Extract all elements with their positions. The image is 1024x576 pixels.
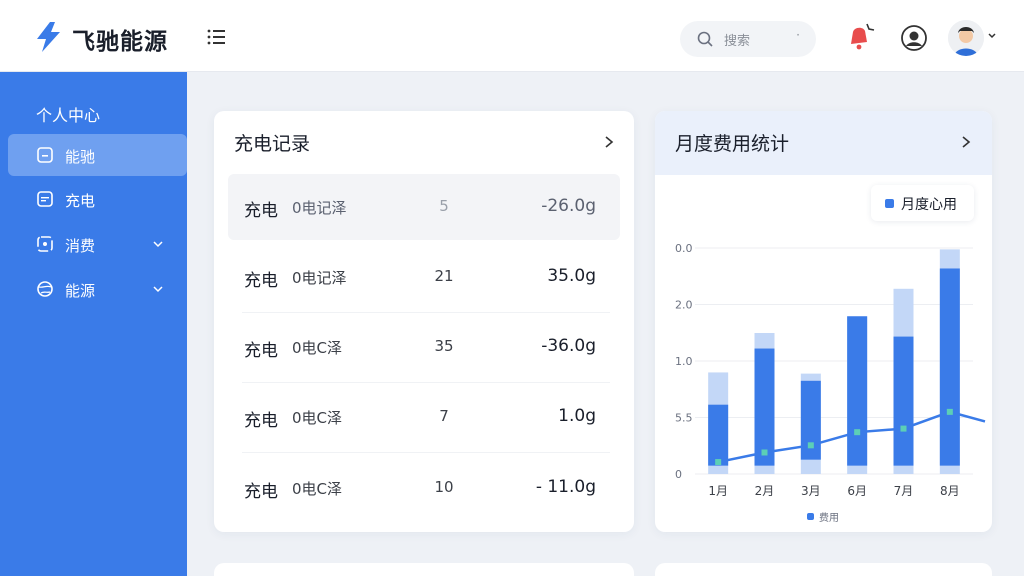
bar (754, 348, 775, 466)
monthly-cost-card: 月度费用统计 月度心用 0 5.5 1.0 2.0 0.0 1月 2月 3月 6月 7月 8月 费用 (655, 111, 992, 532)
record-desc: 0电记泽 (292, 199, 347, 217)
wallet-icon (37, 147, 53, 163)
sidebar-item-consumption[interactable]: 消费 (8, 223, 187, 265)
x-tick-label: 7月 (894, 484, 914, 498)
record-number: 5 (439, 197, 449, 215)
y-tick-label: 1.0 (675, 355, 693, 368)
notification-bell-icon[interactable] (842, 20, 876, 54)
sidebar-item-label: 消费 (65, 237, 96, 255)
record-desc: 0电C泽 (292, 409, 343, 427)
list-item[interactable]: 充电 0电C泽 7 1.0g (228, 384, 620, 450)
user-avatar[interactable] (948, 20, 984, 56)
receipt-icon (37, 236, 53, 252)
bottom-card-left (214, 563, 634, 576)
record-type: 充电 (244, 341, 278, 361)
legend-label: 月度心用 (901, 197, 957, 213)
bottom-card-right (655, 563, 992, 576)
top-header: 飞驰能源 搜索 · (0, 0, 1024, 72)
chart-legend: 月度心用 (871, 185, 974, 221)
chevron-down-icon[interactable] (152, 283, 164, 295)
y-tick-label: 0 (675, 468, 682, 481)
x-tick-label: 8月 (940, 484, 960, 498)
search-icon (697, 31, 713, 47)
sidebar: 个人中心 能驰 充电 消费 能源 (0, 72, 187, 576)
document-icon (37, 191, 53, 207)
brand-name: 飞驰能源 (72, 29, 168, 55)
sidebar-item-label: 能驰 (65, 148, 96, 166)
record-number: 35 (434, 337, 454, 355)
sidebar-item-label: 充电 (65, 192, 96, 210)
record-type: 充电 (244, 482, 278, 502)
legend-swatch (885, 199, 894, 208)
legend-swatch (807, 513, 814, 520)
trend-point (946, 408, 953, 415)
record-amount: 1.0g (558, 406, 596, 426)
logo-icon (37, 22, 60, 52)
divider (242, 452, 610, 453)
divider (242, 312, 610, 313)
bar (847, 316, 868, 466)
x-tick-label: 3月 (801, 484, 821, 498)
chevron-right-icon[interactable] (602, 135, 616, 149)
record-amount: 35.0g (547, 266, 596, 286)
record-number: 10 (434, 478, 454, 496)
x-tick-label: 2月 (755, 484, 775, 498)
record-type: 充电 (244, 411, 278, 431)
card-title: 充电记录 (234, 133, 311, 155)
menu-icon[interactable] (206, 28, 226, 46)
record-desc: 0电记泽 (292, 269, 347, 287)
trend-point (807, 442, 814, 449)
sidebar-item-wallet[interactable]: 能驰 (8, 134, 187, 176)
chevron-right-icon[interactable] (959, 135, 973, 149)
trend-point (854, 429, 861, 436)
chevron-down-icon[interactable] (987, 31, 997, 41)
sidebar-title: 个人中心 (36, 106, 101, 125)
record-type: 充电 (244, 271, 278, 291)
legend-label: 费用 (819, 513, 839, 524)
sidebar-item-charging[interactable]: 充电 (8, 178, 187, 220)
globe-icon (37, 281, 53, 297)
sidebar-item-energy[interactable]: 能源 (8, 268, 187, 310)
bar (893, 336, 914, 466)
record-desc: 0电C泽 (292, 339, 343, 357)
list-item[interactable]: 充电 0电C泽 10 - 11.0g (228, 455, 620, 521)
bar (708, 404, 729, 466)
divider (242, 382, 610, 383)
trend-point (761, 449, 768, 456)
list-item[interactable]: 充电 0电记泽 5 -26.0g (228, 174, 620, 240)
record-number: 21 (434, 267, 454, 285)
search-placeholder: 搜索 (724, 34, 751, 49)
chevron-down-icon[interactable] (152, 238, 164, 250)
trend-point (715, 459, 722, 466)
record-desc: 0电C泽 (292, 480, 343, 498)
y-tick-label: 0.0 (675, 242, 693, 255)
charging-records-card: 充电记录 充电 0电记泽 5 -26.0g 充电 0电记泽 21 35.0g 充… (214, 111, 634, 532)
card-title: 月度费用统计 (675, 133, 790, 155)
support-icon[interactable] (900, 24, 928, 52)
search-input[interactable]: 搜索 · (680, 21, 816, 57)
trend-point (900, 425, 907, 432)
bar-chart: 0 5.5 1.0 2.0 0.0 1月 2月 3月 6月 7月 8月 (675, 242, 986, 498)
list-item[interactable]: 充电 0电记泽 21 35.0g (228, 244, 620, 310)
avatar-image (948, 20, 984, 56)
sidebar-item-label: 能源 (65, 282, 96, 300)
record-amount: -26.0g (541, 196, 596, 216)
bar (939, 268, 960, 466)
x-tick-label: 6月 (847, 484, 867, 498)
record-amount: -36.0g (541, 336, 596, 356)
y-tick-label: 5.5 (675, 412, 693, 425)
record-number: 7 (439, 407, 449, 425)
search-dropdown-icon[interactable]: · (796, 28, 800, 42)
list-item[interactable]: 充电 0电C泽 35 -36.0g (228, 314, 620, 380)
record-amount: - 11.0g (535, 477, 596, 497)
x-tick-label: 1月 (708, 484, 728, 498)
y-tick-label: 2.0 (675, 299, 693, 312)
record-type: 充电 (244, 201, 278, 221)
